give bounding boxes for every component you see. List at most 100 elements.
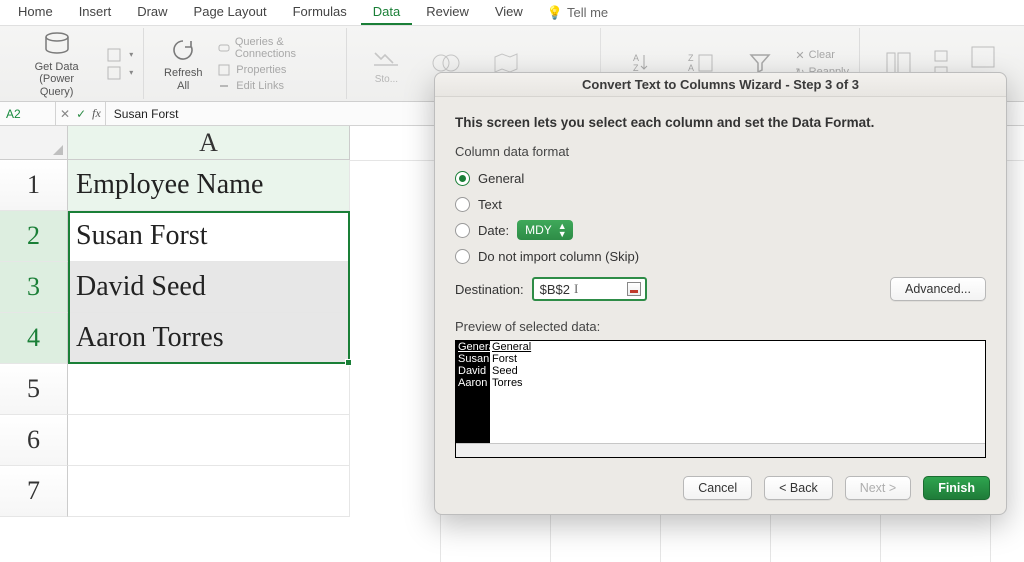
radio-skip[interactable]: Do not import column (Skip) bbox=[455, 245, 986, 267]
radio-text-label: Text bbox=[478, 197, 502, 212]
svg-text:Z: Z bbox=[633, 63, 639, 73]
preview-col-2[interactable]: General Forst Seed Torres bbox=[490, 341, 985, 457]
preview-scrollbar[interactable] bbox=[456, 443, 985, 457]
refresh-icon bbox=[166, 35, 200, 65]
col-header-a[interactable]: A bbox=[68, 126, 350, 159]
preview-cell: David bbox=[456, 365, 490, 377]
cell-a6[interactable] bbox=[68, 415, 350, 466]
tell-me[interactable]: 💡 Tell me bbox=[537, 1, 618, 25]
row-header-2[interactable]: 2 bbox=[0, 211, 68, 262]
formula-value[interactable]: Susan Forst bbox=[106, 107, 187, 121]
fx-icon[interactable]: fx bbox=[92, 106, 101, 121]
data-preview[interactable]: Genera Susan David Aaron General Forst S… bbox=[455, 340, 986, 458]
radio-icon bbox=[455, 197, 470, 212]
radio-icon bbox=[455, 249, 470, 264]
accept-formula-icon[interactable]: ✓ bbox=[76, 107, 86, 121]
group-get-data: Get Data (Power Query) ▾ ▾ bbox=[6, 28, 144, 99]
radio-date-label: Date: bbox=[478, 223, 509, 238]
properties-icon bbox=[218, 64, 232, 76]
cancel-formula-icon[interactable]: ✕ bbox=[60, 107, 70, 121]
cell-a4[interactable]: Aaron Torres bbox=[68, 313, 350, 364]
name-box[interactable]: A2 bbox=[0, 102, 56, 125]
group-connections: Refresh All Queries & Connections Proper… bbox=[148, 28, 347, 99]
radio-general-label: General bbox=[478, 171, 524, 186]
tab-data[interactable]: Data bbox=[361, 0, 412, 25]
stocks-icon bbox=[369, 42, 403, 72]
row-header-3[interactable]: 3 bbox=[0, 262, 68, 313]
link-icon bbox=[218, 42, 231, 54]
properties-label: Properties bbox=[236, 64, 286, 76]
svg-text:A: A bbox=[688, 63, 694, 73]
range-picker-icon[interactable] bbox=[627, 282, 641, 296]
cell-a5[interactable] bbox=[68, 364, 350, 415]
preview-label: Preview of selected data: bbox=[455, 319, 986, 334]
flash-fill-button[interactable] bbox=[932, 49, 950, 63]
tab-review[interactable]: Review bbox=[414, 0, 481, 25]
from-web-button[interactable]: ▾ bbox=[105, 65, 135, 81]
connections-col: Queries & Connections Properties Edit Li… bbox=[216, 35, 338, 93]
radio-text[interactable]: Text bbox=[455, 193, 986, 215]
cell-a7[interactable] bbox=[68, 466, 350, 517]
queries-label: Queries & Connections bbox=[235, 36, 337, 60]
cell-a1[interactable]: Employee Name bbox=[68, 160, 350, 211]
tell-me-label: Tell me bbox=[567, 5, 608, 20]
advanced-button[interactable]: Advanced... bbox=[890, 277, 986, 301]
radio-icon bbox=[455, 223, 470, 238]
dialog-heading: This screen lets you select each column … bbox=[455, 115, 986, 130]
date-format-select[interactable]: MDY ▲▼ bbox=[517, 220, 573, 240]
cell-a3[interactable]: David Seed bbox=[68, 262, 350, 313]
dialog-title: Convert Text to Columns Wizard - Step 3 … bbox=[435, 73, 1006, 97]
edit-links-button[interactable]: Edit Links bbox=[216, 79, 338, 93]
radio-skip-label: Do not import column (Skip) bbox=[478, 249, 639, 264]
tab-view[interactable]: View bbox=[483, 0, 535, 25]
preview-cell: Susan bbox=[456, 353, 490, 365]
preview-header: Genera bbox=[456, 341, 490, 353]
tab-page-layout[interactable]: Page Layout bbox=[182, 0, 279, 25]
get-data-button[interactable]: Get Data (Power Query) bbox=[14, 27, 99, 99]
tab-home[interactable]: Home bbox=[6, 0, 65, 25]
text-cursor-icon: I bbox=[574, 281, 578, 297]
clear-filter-button[interactable]: ✕ Clear bbox=[793, 48, 851, 63]
clear-icon: ✕ bbox=[795, 49, 804, 62]
refresh-all-button[interactable]: Refresh All bbox=[156, 33, 210, 93]
get-data-label-1: Get Data (Power bbox=[20, 61, 93, 85]
row-header-4[interactable]: 4 bbox=[0, 313, 68, 364]
cancel-button[interactable]: Cancel bbox=[683, 476, 752, 500]
whatif-icon bbox=[966, 42, 1000, 72]
stocks-button[interactable]: Sto... bbox=[359, 40, 413, 87]
text-to-columns-dialog: Convert Text to Columns Wizard - Step 3 … bbox=[434, 72, 1007, 515]
tab-insert[interactable]: Insert bbox=[67, 0, 124, 25]
preview-cell: Seed bbox=[490, 365, 985, 377]
rows: 1Employee Name 2Susan Forst 3David Seed … bbox=[0, 160, 350, 517]
radio-general[interactable]: General bbox=[455, 167, 986, 189]
select-all-corner[interactable] bbox=[0, 126, 68, 159]
from-text-button[interactable]: ▾ bbox=[105, 47, 135, 63]
lightbulb-icon: 💡 bbox=[547, 5, 563, 21]
select-arrows-icon: ▲▼ bbox=[558, 222, 567, 238]
back-button[interactable]: < Back bbox=[764, 476, 833, 500]
edit-links-label: Edit Links bbox=[236, 80, 284, 92]
refresh-label-1: Refresh bbox=[164, 67, 203, 79]
preview-cell: Torres bbox=[490, 377, 985, 389]
svg-text:Z: Z bbox=[688, 53, 694, 63]
radio-date[interactable]: Date: MDY ▲▼ bbox=[455, 219, 986, 241]
preview-col-1[interactable]: Genera Susan David Aaron bbox=[456, 341, 490, 457]
cell-a2[interactable]: Susan Forst bbox=[68, 211, 350, 262]
column-headers: A bbox=[0, 126, 350, 160]
destination-label: Destination: bbox=[455, 282, 524, 297]
destination-value: $B$2 bbox=[540, 282, 570, 297]
finish-button[interactable]: Finish bbox=[923, 476, 990, 500]
destination-row: Destination: $B$2 I Advanced... bbox=[455, 277, 986, 301]
dialog-footer: Cancel < Back Next > Finish bbox=[435, 468, 1006, 514]
properties-button[interactable]: Properties bbox=[216, 63, 338, 77]
destination-input[interactable]: $B$2 I bbox=[532, 277, 647, 301]
tab-draw[interactable]: Draw bbox=[125, 0, 179, 25]
queries-connections-button[interactable]: Queries & Connections bbox=[216, 35, 338, 61]
svg-text:A: A bbox=[633, 53, 639, 63]
row-header-1[interactable]: 1 bbox=[0, 160, 68, 211]
row-header-7[interactable]: 7 bbox=[0, 466, 68, 517]
clear-label: Clear bbox=[809, 49, 835, 61]
tab-formulas[interactable]: Formulas bbox=[281, 0, 359, 25]
row-header-5[interactable]: 5 bbox=[0, 364, 68, 415]
row-header-6[interactable]: 6 bbox=[0, 415, 68, 466]
